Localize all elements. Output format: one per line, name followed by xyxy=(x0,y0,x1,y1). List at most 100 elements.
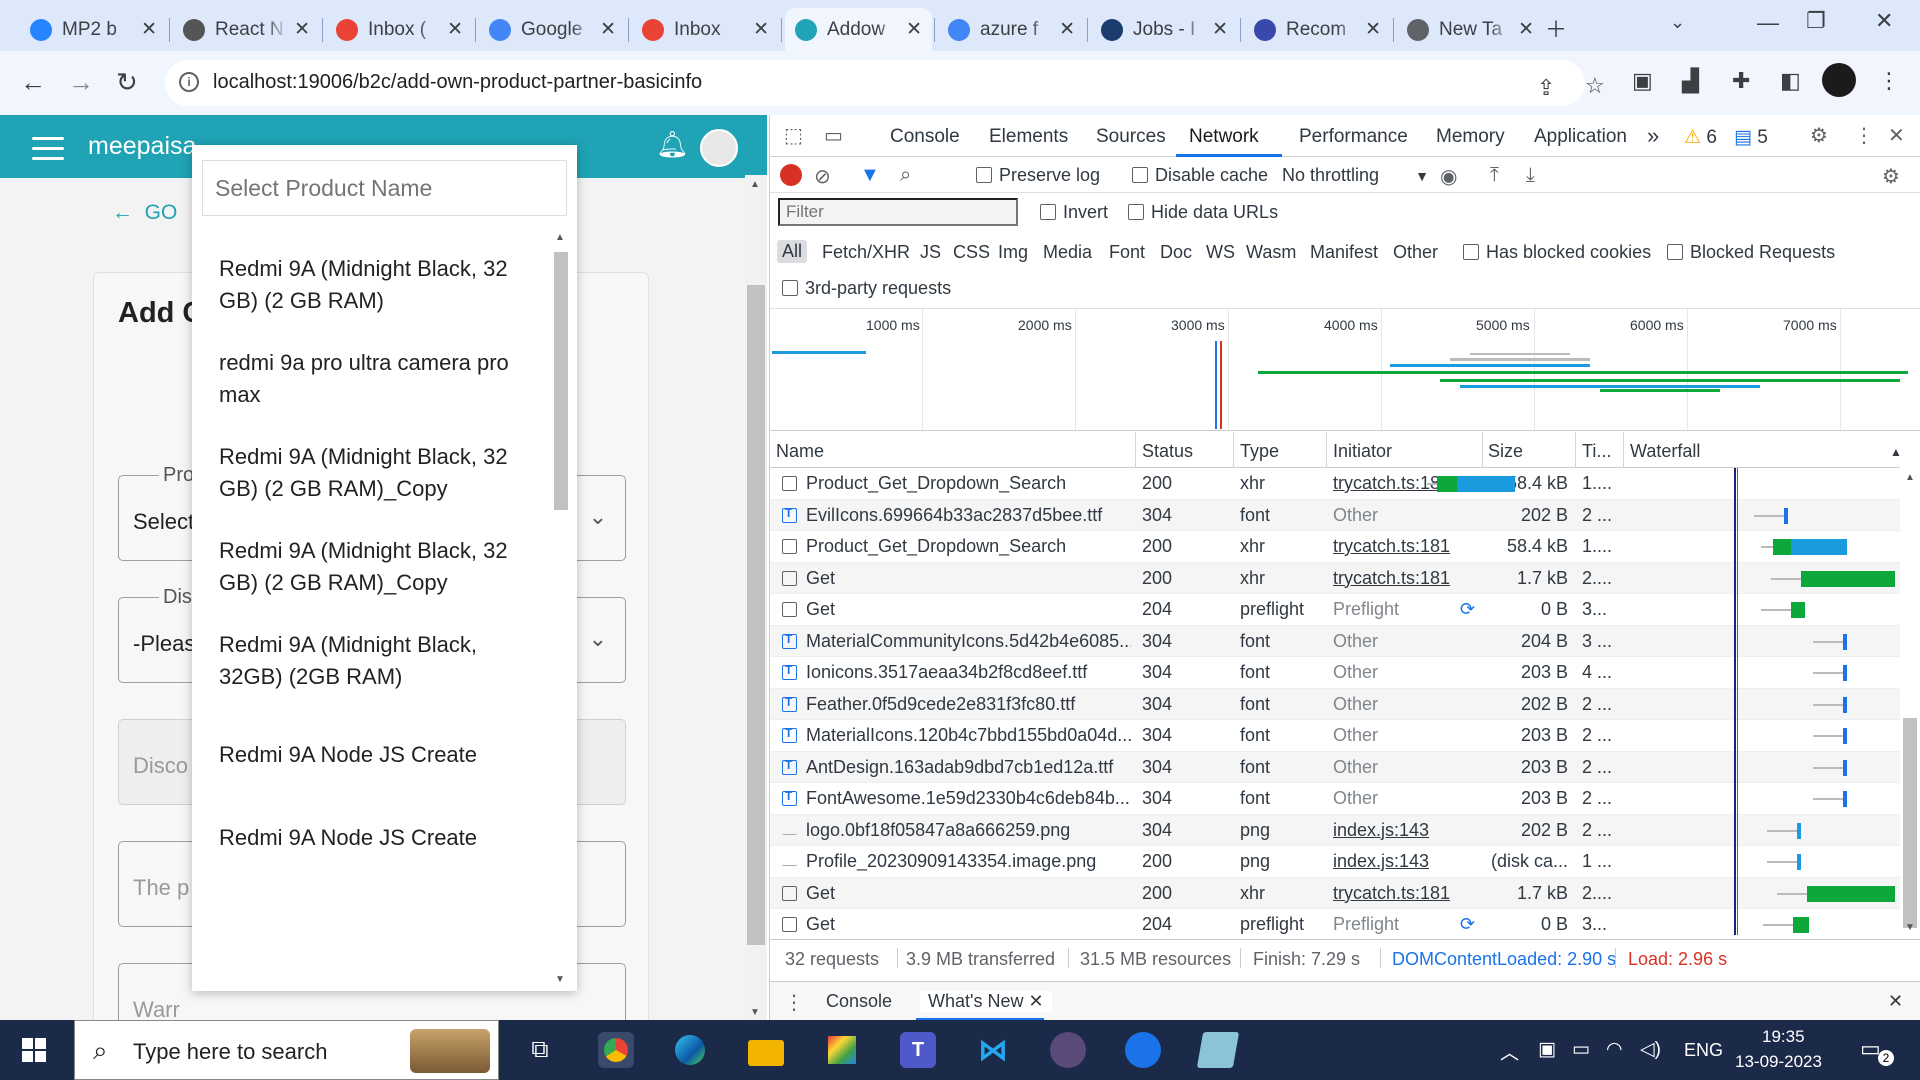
scrollbar-thumb[interactable] xyxy=(1903,718,1917,928)
request-name[interactable]: MaterialCommunityIcons.5d42b4e6085... xyxy=(806,631,1131,652)
type-filter-js[interactable]: JS xyxy=(920,242,941,263)
table-row[interactable]: MaterialCommunityIcons.5d42b4e6085... 304… xyxy=(770,625,1900,657)
col-size[interactable]: Size xyxy=(1488,441,1523,462)
table-row[interactable]: Get 204 preflight Preflight 0 B 3... ⟳ xyxy=(770,594,1900,626)
type-filter-other[interactable]: Other xyxy=(1393,242,1438,263)
clock-date[interactable]: 13-09-2023 xyxy=(1735,1052,1822,1072)
tab-close-icon[interactable]: ✕ xyxy=(600,18,616,41)
table-row[interactable]: Feather.0f5d9cede2e831f3fc80.ttf 304 font O… xyxy=(770,688,1900,720)
preserve-log-checkbox[interactable]: Preserve log xyxy=(976,165,1100,186)
profile-avatar-icon[interactable] xyxy=(1822,63,1856,97)
col-status[interactable]: Status xyxy=(1142,441,1193,462)
type-filter-fetch[interactable]: Fetch/XHR xyxy=(822,242,910,263)
tab-console[interactable]: Console xyxy=(890,126,960,148)
table-row[interactable]: Product_Get_Dropdown_Search 200 xhr trycatc… xyxy=(770,468,1900,500)
network-overview-timeline[interactable]: 1000 ms 2000 ms 3000 ms 4000 ms 5000 ms … xyxy=(770,308,1920,432)
table-row[interactable]: EvilIcons.699664b33ac2837d5bee.ttf 304 fon… xyxy=(770,499,1900,531)
clock-time[interactable]: 19:35 xyxy=(1762,1027,1805,1047)
request-name[interactable]: Product_Get_Dropdown_Search xyxy=(806,536,1131,557)
scroll-up-icon[interactable]: ▲ xyxy=(750,179,760,190)
battery-icon[interactable]: ▭ xyxy=(1572,1038,1590,1061)
product-option[interactable]: Redmi 9A (Midnight Black, 32 GB) (2 GB R… xyxy=(219,253,519,317)
scrollbar-thumb[interactable] xyxy=(747,285,765,945)
messages-badge[interactable]: ▤ 5 xyxy=(1734,126,1768,149)
filter-input[interactable] xyxy=(778,198,1018,226)
col-name[interactable]: Name xyxy=(776,441,824,462)
table-row[interactable]: Get 200 xhr trycatch.ts:181 1.7 kB 2.... xyxy=(770,877,1900,909)
hide-data-urls-checkbox[interactable]: Hide data URLs xyxy=(1128,202,1278,223)
warnings-badge[interactable]: ⚠ 6 xyxy=(1684,126,1717,149)
browser-tab[interactable]: Inbox (✕ xyxy=(326,8,473,51)
volume-icon[interactable]: ◁) xyxy=(1640,1038,1661,1061)
drawer-close-icon[interactable]: ✕ xyxy=(1888,991,1903,1012)
drawer-menu-icon[interactable]: ⋮ xyxy=(784,990,804,1015)
col-type[interactable]: Type xyxy=(1240,441,1279,462)
chevron-down-icon[interactable]: ⌄ xyxy=(589,504,607,530)
tab-elements[interactable]: Elements xyxy=(989,126,1068,148)
request-name[interactable]: Ionicons.3517aeaa34b2f8cd8eef.ttf xyxy=(806,662,1131,683)
table-row[interactable]: Product_Get_Dropdown_Search 200 xhr trycatc… xyxy=(770,531,1900,563)
browser-tab[interactable]: Google ✕ xyxy=(479,8,626,51)
devtools-close-icon[interactable]: ✕ xyxy=(1888,123,1905,148)
col-time[interactable]: Ti... xyxy=(1582,441,1611,462)
type-filter-doc[interactable]: Doc xyxy=(1160,242,1192,263)
share-icon[interactable]: ⇪ xyxy=(1537,75,1555,101)
type-filter-all[interactable]: All xyxy=(777,240,808,263)
browser-tab[interactable]: React N ✕ xyxy=(173,8,320,51)
browser-tab[interactable]: Inbox ✕ xyxy=(632,8,779,51)
table-row[interactable]: FontAwesome.1e59d2330b4c6deb84b... 304 fon… xyxy=(770,783,1900,815)
request-name[interactable]: EvilIcons.699664b33ac2837d5bee.ttf xyxy=(806,505,1131,526)
table-row[interactable]: logo.0bf18f05847a8a666259.png 304 png index… xyxy=(770,814,1900,846)
request-name[interactable]: MaterialIcons.120b4c7bbd155bd0a04d... xyxy=(806,725,1131,746)
network-settings-icon[interactable]: ⚙ xyxy=(1882,164,1900,189)
sort-ascending-icon[interactable]: ▲ xyxy=(1890,445,1902,459)
hamburger-menu-icon[interactable] xyxy=(32,137,64,160)
scroll-up-icon[interactable]: ▲ xyxy=(1905,472,1915,483)
teams-taskbar-icon[interactable]: T xyxy=(900,1032,936,1068)
third-party-checkbox[interactable]: 3rd-party requests xyxy=(782,278,951,299)
back-icon[interactable]: ← xyxy=(20,67,46,98)
tab-close-icon[interactable]: ✕ xyxy=(294,18,310,41)
windows-start-icon[interactable] xyxy=(22,1038,46,1062)
tray-meet-icon[interactable]: ▣ xyxy=(1538,1038,1556,1061)
browser-tab[interactable]: Jobs - I ✕ xyxy=(1091,8,1238,51)
site-info-icon[interactable]: i xyxy=(179,72,199,92)
request-name[interactable]: Get xyxy=(806,914,1131,935)
tab-close-icon[interactable]: ✕ xyxy=(1059,18,1075,41)
table-row[interactable]: AntDesign.163adab9dbd7cb1ed12a.ttf 304 fon… xyxy=(770,751,1900,783)
vscode-taskbar-icon[interactable]: ⋈ xyxy=(975,1032,1011,1068)
export-har-icon[interactable]: ⤓ xyxy=(1526,164,1535,187)
file-explorer-icon[interactable] xyxy=(748,1040,784,1066)
clear-icon[interactable]: ⊘ xyxy=(814,164,831,189)
request-name[interactable]: FontAwesome.1e59d2330b4c6deb84b... xyxy=(806,788,1131,809)
bookmark-star-icon[interactable]: ☆ xyxy=(1585,73,1605,99)
extension-camera-icon[interactable]: ▣ xyxy=(1632,68,1653,94)
scroll-down-icon[interactable]: ▼ xyxy=(750,1007,760,1018)
task-view-icon[interactable]: ⧉ xyxy=(522,1032,558,1068)
tab-application[interactable]: Application xyxy=(1534,126,1627,148)
product-option[interactable]: Redmi 9A (Midnight Black, 32 GB) (2 GB R… xyxy=(219,535,519,599)
request-name[interactable]: Get xyxy=(806,599,1131,620)
product-option[interactable]: Redmi 9A Node JS Create xyxy=(219,739,519,771)
window-close-icon[interactable]: ✕ xyxy=(1875,8,1893,34)
chevron-down-icon[interactable]: ⌄ xyxy=(589,626,607,652)
product-search-input[interactable] xyxy=(202,160,567,216)
tab-performance[interactable]: Performance xyxy=(1299,126,1408,148)
go-back-link[interactable]: ← GO xyxy=(112,201,177,225)
inspect-element-icon[interactable]: ⬚ xyxy=(784,123,803,148)
tab-close-icon[interactable]: ✕ xyxy=(141,18,157,41)
request-initiator[interactable]: index.js:143 xyxy=(1333,820,1429,841)
dropdown-scrollbar[interactable]: ▲ ▼ xyxy=(552,230,570,985)
tab-network[interactable]: Network xyxy=(1189,126,1259,148)
drawer-tab-console[interactable]: Console xyxy=(826,991,892,1012)
table-row[interactable]: Profile_20230909143354.image.png 200 png in… xyxy=(770,846,1900,878)
request-initiator[interactable]: trycatch.ts:181 xyxy=(1333,883,1450,904)
scrollbar-thumb[interactable] xyxy=(554,252,568,510)
settings-gear-icon[interactable]: ⚙ xyxy=(1810,123,1828,148)
request-table-scrollbar[interactable]: ▲ ▼ xyxy=(1900,468,1920,935)
product-option[interactable]: Redmi 9A (Midnight Black, 32 GB) (2 GB R… xyxy=(219,441,519,505)
forward-icon[interactable]: → xyxy=(68,67,94,98)
browser-tab[interactable]: MP2 b ✕ xyxy=(20,8,167,51)
tab-close-icon[interactable]: ✕ xyxy=(447,18,463,41)
product-option[interactable]: redmi 9a pro ultra camera pro max xyxy=(219,347,519,411)
